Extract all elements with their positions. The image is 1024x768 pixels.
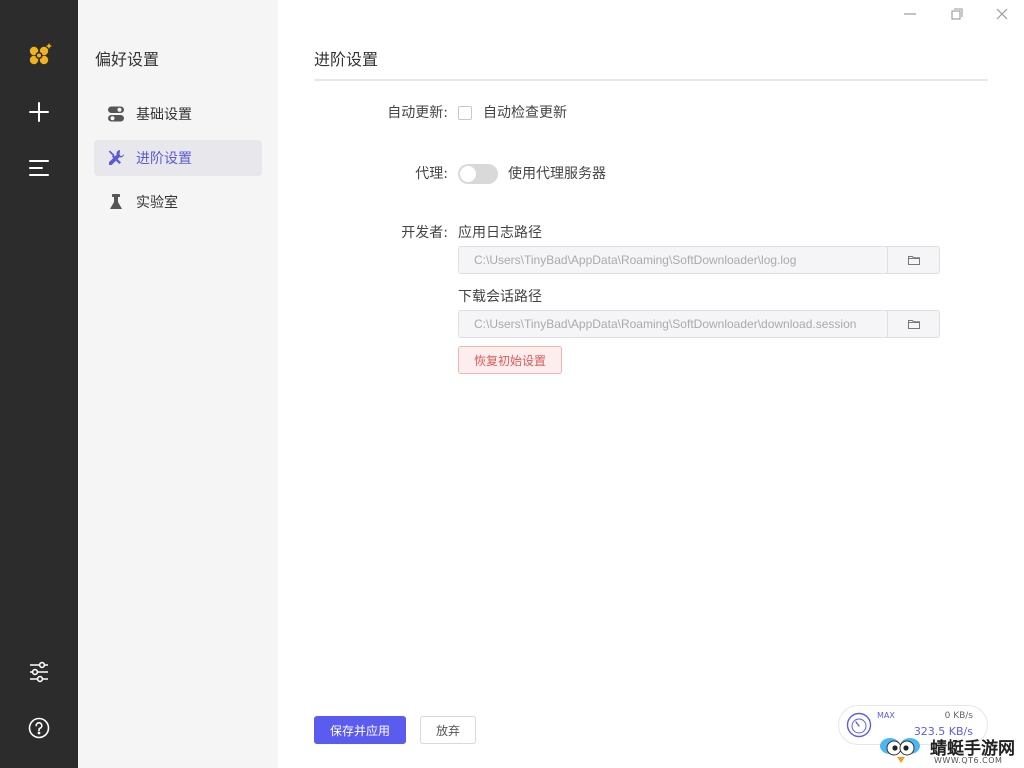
preferences-icon[interactable]: [24, 657, 54, 687]
auto-check-update-checkbox[interactable]: [458, 106, 472, 120]
sidebar-title: 偏好设置: [95, 50, 160, 69]
watermark: 蜻蜓手游网 WWW.QT6.COM: [876, 728, 1024, 768]
app-logo-icon: [24, 40, 54, 70]
sidebar-item-label: 实验室: [136, 195, 178, 211]
page-title: 进阶设置: [314, 50, 379, 69]
session-path-field: [458, 310, 940, 338]
add-icon[interactable]: [24, 97, 54, 127]
auto-update-label: 自动更新:: [387, 105, 448, 121]
dragonfly-mascot-icon: [880, 738, 920, 763]
log-path-input[interactable]: [459, 247, 887, 273]
session-path-browse-button[interactable]: [887, 311, 939, 337]
sidebar-item-label: 基础设置: [136, 107, 192, 123]
proxy-label: 代理:: [415, 166, 448, 182]
developer-label: 开发者:: [401, 225, 448, 241]
folder-icon: [907, 320, 920, 329]
preferences-sidebar: 偏好设置 基础设置 进阶设置 实验室: [78, 0, 278, 768]
maximize-button[interactable]: [945, 4, 969, 24]
folder-icon: [907, 256, 920, 265]
speedometer-icon: [846, 712, 872, 738]
proxy-toggle[interactable]: [458, 164, 498, 184]
save-and-apply-button[interactable]: 保存并应用: [314, 716, 406, 744]
close-button[interactable]: [990, 4, 1014, 24]
sidebar-item-advanced-settings[interactable]: 进阶设置: [94, 140, 262, 176]
icon-rail: [0, 0, 78, 768]
title-divider: [314, 79, 988, 81]
discard-button[interactable]: 放弃: [420, 716, 476, 744]
app-window: 偏好设置 基础设置 进阶设置 实验室 进阶设置 自动更新: 自动检查更新 代理:…: [0, 0, 1024, 768]
proxy-toggle-label: 使用代理服务器: [508, 166, 606, 182]
help-icon[interactable]: [24, 713, 54, 743]
minimize-button[interactable]: [898, 4, 922, 24]
session-path-input[interactable]: [459, 311, 887, 337]
task-list-icon[interactable]: [24, 153, 54, 183]
sidebar-item-basic-settings[interactable]: 基础设置: [94, 96, 262, 132]
speed-max-label: MAX: [877, 711, 895, 720]
watermark-url: WWW.QT6.COM: [934, 756, 1003, 765]
toggle-knob: [460, 166, 476, 182]
upload-speed: 0 KB/s: [944, 711, 973, 721]
sidebar-item-label: 进阶设置: [136, 151, 192, 167]
tools-icon: [106, 148, 126, 168]
log-path-field: [458, 246, 940, 274]
sidebar-item-lab[interactable]: 实验室: [94, 184, 262, 220]
toggle-switch-icon: [106, 104, 126, 124]
reset-defaults-button[interactable]: 恢复初始设置: [458, 346, 562, 374]
flask-icon: [106, 192, 126, 212]
close-icon: [996, 8, 1008, 20]
minimize-icon: [904, 13, 916, 15]
session-path-label: 下载会话路径: [458, 289, 542, 305]
auto-check-update-label[interactable]: 自动检查更新: [483, 102, 567, 122]
maximize-icon: [951, 8, 963, 20]
log-path-browse-button[interactable]: [887, 247, 939, 273]
log-path-label: 应用日志路径: [458, 225, 542, 241]
